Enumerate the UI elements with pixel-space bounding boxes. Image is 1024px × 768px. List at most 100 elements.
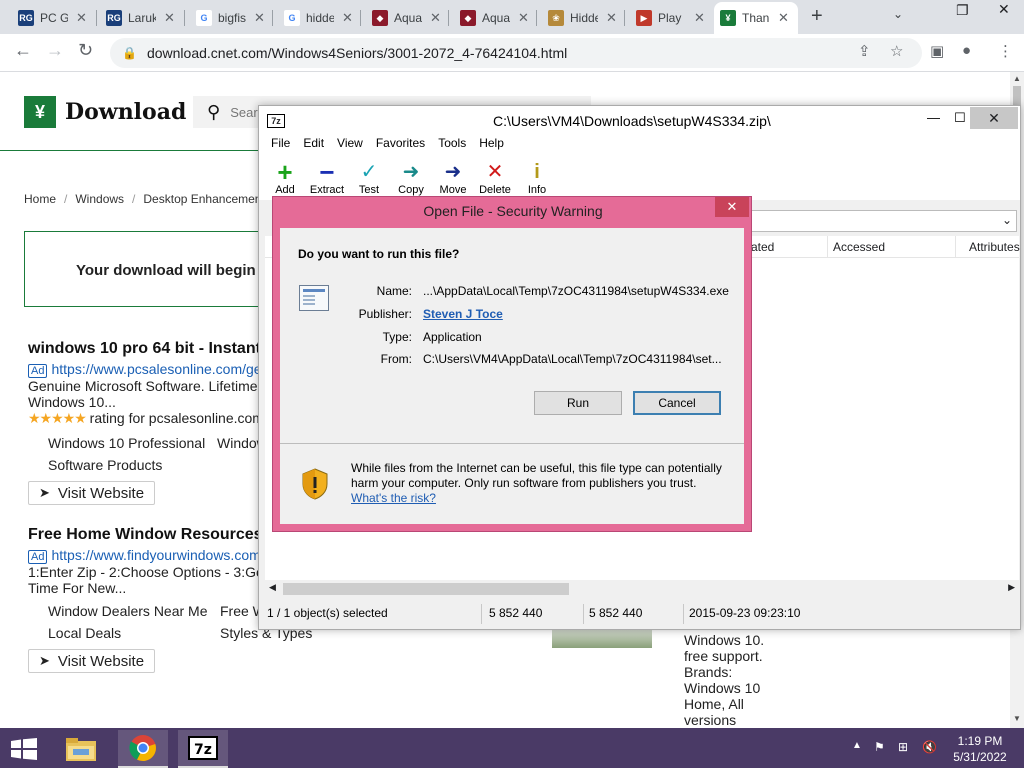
ad-title[interactable]: windows 10 pro 64 bit - Instant: [28, 340, 261, 358]
close-tab-icon[interactable]: ✕: [606, 10, 617, 26]
browser-tab-active[interactable]: ¥ Thanks ✕: [714, 2, 798, 34]
browser-tab[interactable]: RG PC Game ✕: [12, 2, 93, 34]
product-thumbnail[interactable]: [552, 628, 652, 648]
play-icon: ▶: [636, 10, 652, 26]
restore-window-icon[interactable]: ❐: [956, 2, 969, 19]
ad-sitelink[interactable]: Software Products: [48, 457, 162, 473]
visit-website-button[interactable]: ➤ Visit Website: [28, 649, 156, 673]
minimize-icon[interactable]: —: [927, 110, 940, 125]
close-tab-icon[interactable]: ✕: [778, 10, 789, 26]
chrome-taskbar-icon[interactable]: [118, 730, 168, 768]
breadcrumb-windows[interactable]: Windows: [75, 192, 124, 206]
download-logo-icon[interactable]: ¥: [24, 96, 56, 128]
network-icon[interactable]: ⊞: [898, 740, 908, 754]
scrollbar-thumb[interactable]: [283, 583, 569, 595]
scroll-left-icon[interactable]: ◀: [269, 582, 276, 593]
breadcrumb-home[interactable]: Home: [24, 192, 56, 206]
publisher-link[interactable]: Steven J Toce: [423, 307, 503, 321]
run-button[interactable]: Run: [534, 391, 622, 415]
tab-search-chevron-icon[interactable]: ⌄: [893, 7, 903, 21]
status-packed-size: 5 852 440: [589, 606, 643, 620]
7zip-title: C:\Users\VM4\Downloads\setupW4S334.zip\: [493, 113, 771, 129]
address-bar[interactable]: 🔒 download.cnet.com/Windows4Seniors/3001…: [110, 38, 922, 68]
column-created[interactable]: ated: [751, 240, 774, 254]
scrollbar-thumb[interactable]: [1013, 86, 1021, 106]
share-icon[interactable]: ⇪: [858, 42, 871, 60]
profile-avatar-icon[interactable]: ●: [962, 42, 971, 59]
menu-view[interactable]: View: [337, 136, 363, 156]
chevron-down-icon[interactable]: ⌄: [1002, 213, 1012, 227]
side-panel-icon[interactable]: ▣: [930, 42, 944, 60]
menu-kebab-icon[interactable]: ⋮: [998, 42, 1013, 60]
ad-url[interactable]: Ad https://www.pcsalesonline.com/gen: [28, 361, 269, 378]
browser-tab[interactable]: RG Laruka ✕: [100, 2, 181, 34]
menu-edit[interactable]: Edit: [303, 136, 324, 156]
close-tab-icon[interactable]: ✕: [518, 10, 529, 26]
close-window-icon[interactable]: ✕: [998, 1, 1010, 18]
copy-button[interactable]: ➜ Copy: [391, 160, 431, 196]
bookmark-star-icon[interactable]: ☆: [890, 42, 903, 60]
7zip-titlebar[interactable]: 7z C:\Users\VM4\Downloads\setupW4S334.zi…: [259, 106, 1020, 136]
whats-the-risk-link[interactable]: What's the risk?: [351, 491, 436, 505]
browser-tab[interactable]: ▶ Play ✕: [630, 2, 711, 34]
column-accessed[interactable]: Accessed: [833, 240, 885, 254]
ad-sitelink[interactable]: Windows 10 Professional: [48, 435, 205, 451]
breadcrumb-category[interactable]: Desktop Enhancements: [143, 192, 270, 206]
site-logo-text[interactable]: Download: [65, 99, 186, 125]
7zip-address-combo[interactable]: ⌄: [749, 210, 1017, 232]
ad-url[interactable]: Ad https://www.findyourwindows.com: [28, 547, 261, 564]
scroll-down-icon[interactable]: ▼: [1013, 714, 1021, 723]
browser-tab[interactable]: ◆ Aqua ✕: [366, 2, 447, 34]
system-clock[interactable]: 1:19 PM 5/31/2022: [950, 733, 1010, 765]
volume-muted-icon[interactable]: 🔇: [922, 740, 937, 754]
windows-taskbar: 7z ▲ ⚑ ⊞ 🔇 1:19 PM 5/31/2022: [0, 728, 1024, 768]
info-button[interactable]: i Info: [517, 160, 557, 196]
warning-shield-icon: [302, 468, 328, 500]
move-button[interactable]: ➜ Move: [433, 160, 473, 196]
show-hidden-icons-chevron-icon[interactable]: ▲: [852, 740, 862, 751]
menu-tools[interactable]: Tools: [438, 136, 466, 156]
browser-tab[interactable]: ◆ Aqua ✕: [454, 2, 535, 34]
close-tab-icon[interactable]: ✕: [254, 10, 265, 26]
copy-icon: ➜: [402, 161, 420, 183]
close-tab-icon[interactable]: ✕: [430, 10, 441, 26]
menu-favorites[interactable]: Favorites: [376, 136, 425, 156]
7zip-horizontal-scrollbar[interactable]: ◀ ▶: [265, 580, 1019, 598]
menu-help[interactable]: Help: [479, 136, 504, 156]
file-explorer-taskbar-icon[interactable]: [56, 730, 106, 768]
column-attributes[interactable]: Attributes: [969, 240, 1020, 254]
ad-title[interactable]: Free Home Window Resources: [28, 526, 263, 544]
browser-tab[interactable]: G bigfish ✕: [190, 2, 271, 34]
7zip-taskbar-icon[interactable]: 7z: [178, 730, 228, 768]
scroll-up-icon[interactable]: ▲: [1013, 74, 1021, 83]
side-text: Windows 10: [684, 680, 761, 696]
close-tab-icon[interactable]: ✕: [342, 10, 353, 26]
windows-start-icon[interactable]: [10, 738, 38, 760]
ad-description: Time For New...: [28, 580, 127, 596]
close-tab-icon[interactable]: ✕: [694, 10, 705, 26]
cancel-button[interactable]: Cancel: [633, 391, 721, 415]
forward-arrow-icon[interactable]: →: [46, 40, 64, 61]
google-icon: G: [284, 10, 300, 26]
visit-website-button[interactable]: ➤ Visit Website: [28, 481, 156, 505]
scroll-right-icon[interactable]: ▶: [1008, 582, 1015, 593]
delete-button[interactable]: ✕ Delete: [475, 160, 515, 196]
browser-tab[interactable]: ❀ Hidden ✕: [542, 2, 623, 34]
menu-file[interactable]: File: [271, 136, 290, 156]
new-tab-icon[interactable]: +: [811, 5, 823, 28]
dialog-close-icon[interactable]: ✕: [715, 197, 749, 217]
add-button[interactable]: + Add: [265, 159, 305, 196]
action-center-flag-icon[interactable]: ⚑: [874, 740, 885, 754]
ad-sitelink[interactable]: Window Dealers Near Me: [48, 603, 208, 619]
close-tab-icon[interactable]: ✕: [164, 10, 175, 26]
reload-icon[interactable]: ↻: [78, 40, 93, 61]
browser-tab[interactable]: G hidden ✕: [278, 2, 359, 34]
back-arrow-icon[interactable]: ←: [14, 40, 32, 61]
close-tab-icon[interactable]: ✕: [76, 10, 87, 26]
extract-button[interactable]: − Extract: [307, 159, 347, 196]
test-button[interactable]: ✓ Test: [349, 160, 389, 196]
move-icon: ➜: [444, 161, 462, 183]
close-icon[interactable]: ✕: [970, 107, 1018, 129]
ad-sitelink[interactable]: Local Deals: [48, 625, 121, 641]
maximize-icon[interactable]: ☐: [954, 110, 966, 126]
